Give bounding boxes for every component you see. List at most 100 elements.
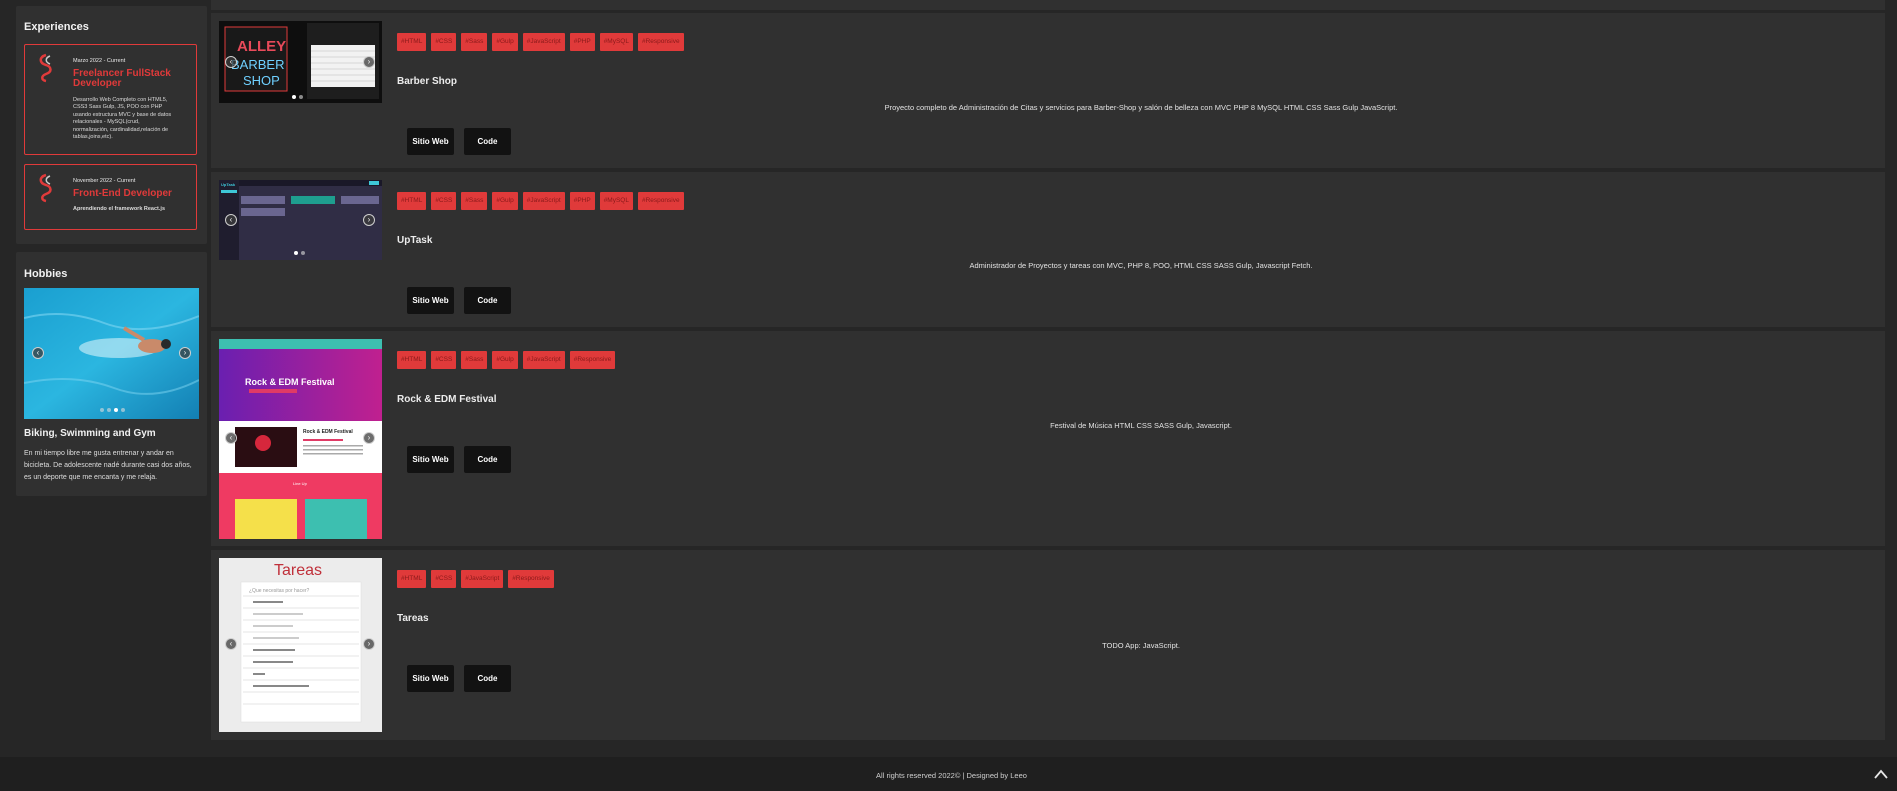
developer-logo-icon (39, 173, 52, 203)
project-description: TODO App: JavaScript. (1102, 641, 1180, 650)
project-card-top (211, 0, 1885, 10)
tag: #JavaScript (522, 33, 565, 51)
carousel-next-button[interactable]: › (179, 347, 191, 359)
swimming-image (24, 288, 199, 419)
tag: #CSS (431, 33, 457, 51)
project-screenshot-carousel[interactable]: Rock & EDM Festival Rock & EDM Festival … (219, 339, 382, 539)
project-description: Administrador de Proyectos y tareas con … (969, 261, 1313, 270)
svg-text:Tareas: Tareas (274, 562, 322, 579)
tag: #Sass (461, 192, 488, 210)
hobbies-carousel[interactable]: ‹ › (24, 288, 199, 419)
hobbies-title: Biking, Swimming and Gym (24, 428, 156, 439)
svg-text:¿Que necesitas por hacer?: ¿Que necesitas por hacer? (249, 588, 310, 594)
tag: #CSS (431, 570, 457, 588)
tag: #JavaScript (522, 351, 565, 369)
project-tags: #HTML #CSS #Sass #Gulp #JavaScript #PHP … (397, 33, 684, 51)
project-description: Proyecto completo de Administración de C… (884, 103, 1398, 112)
tag: #PHP (569, 33, 595, 51)
project-tags: #HTML #CSS #JavaScript #Responsive (397, 570, 554, 588)
tag: #HTML (397, 192, 427, 210)
tag: #Responsive (637, 192, 684, 210)
tag: #MySQL (599, 33, 633, 51)
tag: #HTML (397, 570, 427, 588)
svg-text:BARBER: BARBER (231, 57, 284, 72)
experiences-heading: Experiences (24, 21, 89, 33)
tag: #Sass (461, 351, 488, 369)
hobbies-text: En mi tiempo libre me gusta entrenar y a… (24, 450, 192, 481)
carousel-prev-button[interactable]: ‹ (225, 432, 237, 444)
carousel-next-button[interactable]: › (363, 214, 375, 226)
hobbies-heading: Hobbies (24, 268, 68, 280)
experience-description: Desarrollo Web Completo con HTML5, CSS3 … (73, 97, 172, 141)
project-title: Tareas (397, 613, 429, 624)
carousel-prev-button[interactable]: ‹ (32, 347, 44, 359)
tag: #JavaScript (461, 570, 504, 588)
svg-text:ALLEY: ALLEY (237, 38, 286, 55)
tag: #Sass (461, 33, 488, 51)
experience-date: Marzo 2022 - Current (73, 58, 126, 64)
carousel-prev-button[interactable]: ‹ (225, 638, 237, 650)
svg-text:Line Up: Line Up (293, 481, 308, 486)
carousel-indicators[interactable] (294, 251, 305, 255)
project-tags: #HTML #CSS #Sass #Gulp #JavaScript #PHP … (397, 192, 684, 210)
tag: #Gulp (492, 192, 518, 210)
code-button[interactable]: Code (464, 665, 511, 692)
tag: #JavaScript (522, 192, 565, 210)
project-screenshot-carousel[interactable]: Tareas ¿Que necesitas por hacer? ‹ › (219, 558, 382, 732)
experience-description: Aprendiendo el framework React.js (73, 206, 165, 212)
carousel-prev-button[interactable]: ‹ (225, 56, 237, 68)
code-button[interactable]: Code (464, 287, 511, 314)
project-card: Rock & EDM Festival Rock & EDM Festival … (211, 331, 1885, 546)
website-button[interactable]: Sitio Web (407, 665, 454, 692)
tag: #HTML (397, 33, 427, 51)
tag: #Responsive (637, 33, 684, 51)
tag: #CSS (431, 351, 457, 369)
footer: All rights reserved 2022© | Designed by … (0, 757, 1897, 791)
tag: #Responsive (508, 570, 554, 588)
tag: #CSS (431, 192, 457, 210)
svg-text:Rock & EDM Festival: Rock & EDM Festival (245, 377, 335, 387)
code-button[interactable]: Code (464, 128, 511, 155)
experience-card: Marzo 2022 - Current Freelancer FullStac… (24, 44, 197, 155)
experience-card: November 2022 - Current Front-End Develo… (24, 164, 197, 230)
uptask-image: UpTask (219, 180, 382, 260)
carousel-indicators[interactable] (292, 95, 303, 99)
experiences-panel: Experiences Marzo 2022 - Current Freelan… (16, 6, 207, 244)
hobbies-panel: Hobbies ‹ › Biking, Swimming and Gym En … (16, 252, 207, 496)
footer-text: All rights reserved 2022© | Designed by … (876, 771, 1027, 780)
tag: #HTML (397, 351, 427, 369)
website-button[interactable]: Sitio Web (407, 287, 454, 314)
project-screenshot-carousel[interactable]: UpTask ‹ › (219, 180, 382, 260)
website-button[interactable]: Sitio Web (407, 128, 454, 155)
barber-shop-image: ALLEY BARBER SHOP (219, 21, 382, 103)
carousel-next-button[interactable]: › (363, 432, 375, 444)
experience-title: Front-End Developer (73, 188, 172, 199)
svg-text:SHOP: SHOP (243, 73, 280, 88)
experience-date: November 2022 - Current (73, 178, 136, 184)
carousel-next-button[interactable]: › (363, 56, 375, 68)
tareas-image: Tareas ¿Que necesitas por hacer? (219, 558, 382, 732)
festival-image: Rock & EDM Festival Rock & EDM Festival … (219, 339, 382, 539)
project-description: Festival de Música HTML CSS SASS Gulp, J… (1050, 421, 1232, 430)
scroll-to-top-icon[interactable] (1873, 768, 1889, 780)
project-card: ALLEY BARBER SHOP ‹ › #HTML #CSS #Sass #… (211, 13, 1885, 168)
project-screenshot-carousel[interactable]: ALLEY BARBER SHOP ‹ › (219, 21, 382, 103)
project-title: Barber Shop (397, 76, 458, 87)
tag: #MySQL (599, 192, 633, 210)
project-tags: #HTML #CSS #Sass #Gulp #JavaScript #Resp… (397, 351, 616, 369)
carousel-indicators[interactable] (100, 408, 125, 412)
tag: #PHP (569, 192, 595, 210)
developer-logo-icon (39, 53, 52, 83)
project-title: UpTask (397, 235, 433, 246)
tag: #Responsive (569, 351, 616, 369)
experience-title-cont: Developer (73, 78, 122, 89)
website-button[interactable]: Sitio Web (407, 446, 454, 473)
project-card: UpTask ‹ › #HTML #CSS #Sass #Gulp #JavaS… (211, 172, 1885, 327)
project-title: Rock & EDM Festival (397, 394, 497, 405)
code-button[interactable]: Code (464, 446, 511, 473)
project-card: Tareas ¿Que necesitas por hacer? ‹ › #HT… (211, 550, 1885, 740)
svg-text:Rock & EDM Festival: Rock & EDM Festival (303, 429, 353, 435)
carousel-prev-button[interactable]: ‹ (225, 214, 237, 226)
tag: #Gulp (492, 351, 518, 369)
carousel-next-button[interactable]: › (363, 638, 375, 650)
